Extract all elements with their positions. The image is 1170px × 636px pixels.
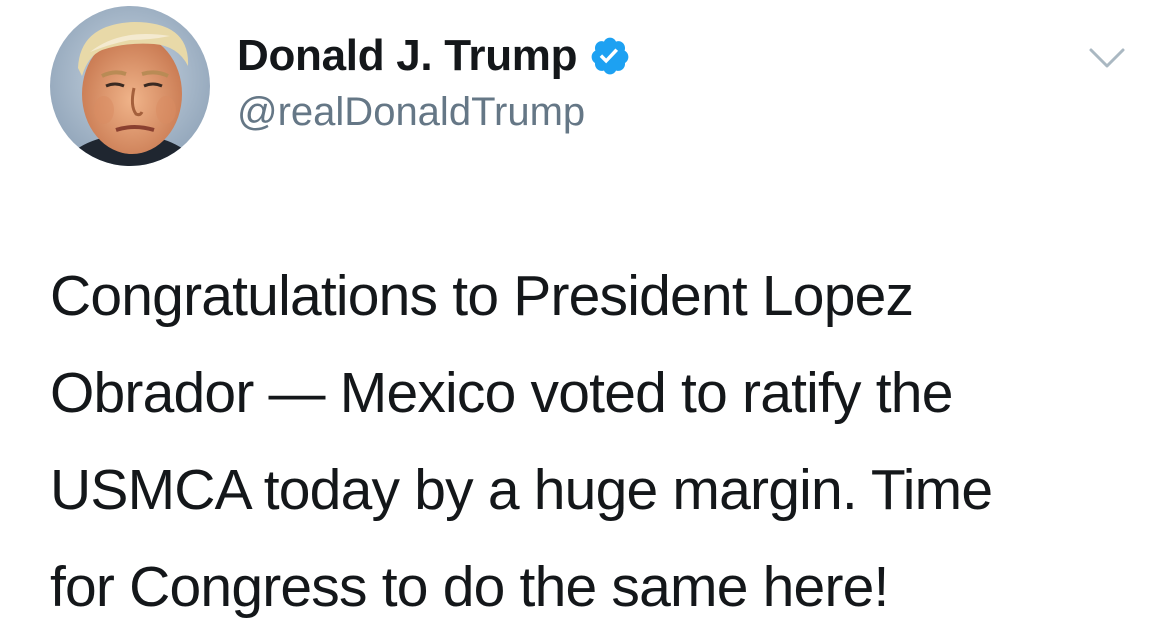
tweet-text-line: USMCA today by a huge margin. Time <box>50 458 993 522</box>
author-handle[interactable]: @realDonaldTrump <box>237 88 585 136</box>
tweet-card: Donald J. Trump @realDonaldTrump Congrat… <box>0 0 1170 619</box>
display-name[interactable]: Donald J. Trump <box>237 30 578 82</box>
chevron-down-icon[interactable] <box>1085 40 1129 76</box>
tweet-text-line: for Congress to do the same here! <box>50 555 889 619</box>
tweet-text-line: Obrador — Mexico voted to ratify the <box>50 361 953 425</box>
avatar-image <box>50 6 210 166</box>
verified-badge-icon <box>589 35 631 77</box>
tweet-text: Congratulations to President Lopez Obrad… <box>50 248 1150 636</box>
author-name-row[interactable]: Donald J. Trump <box>237 30 631 82</box>
tweet-text-line: Congratulations to President Lopez <box>50 264 914 328</box>
avatar[interactable] <box>50 6 210 166</box>
